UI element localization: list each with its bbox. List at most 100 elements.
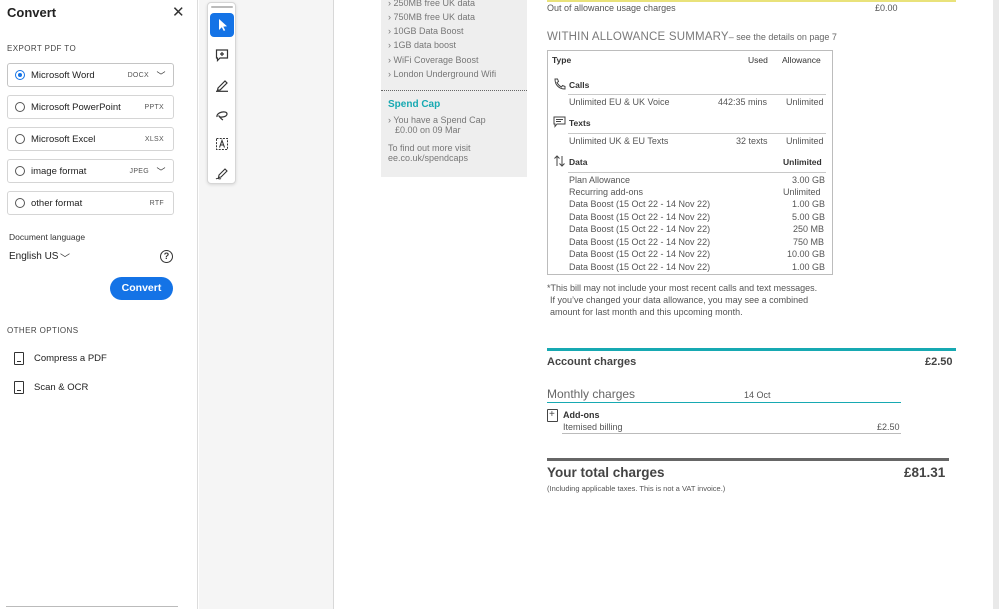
- data-row-label: Data Boost (15 Oct 22 - 14 Nov 22): [569, 249, 711, 259]
- annotation-toolbar: [207, 2, 236, 184]
- calls-row-used: 442:35 mins: [718, 97, 768, 107]
- data-row-label: Data Boost (15 Oct 22 - 14 Nov 22): [569, 199, 711, 209]
- divider: [547, 0, 956, 2]
- data-row-value: 1.00 GB: [792, 262, 826, 272]
- data-row-value: Unlimited: [783, 187, 821, 197]
- format-name: image format: [31, 165, 87, 177]
- data-row-label: Plan Allowance: [569, 175, 631, 185]
- radio-word[interactable]: [15, 70, 25, 80]
- find-out-link[interactable]: ee.co.uk/spendcaps: [388, 153, 468, 163]
- format-option-word[interactable]: Microsoft Word DOCX ﹀: [7, 63, 174, 87]
- message-icon: [553, 116, 566, 128]
- itemised-billing-label: Itemised billing: [563, 422, 623, 432]
- comment-tool[interactable]: [210, 43, 234, 67]
- list-item: › 250MB free UK data: [388, 0, 476, 8]
- texts-title: Texts: [569, 118, 591, 128]
- spend-cap-text: › You have a Spend Cap: [388, 115, 486, 125]
- format-ext: JPEG: [129, 167, 149, 175]
- format-ext: DOCX: [127, 71, 149, 79]
- select-tool[interactable]: [210, 13, 234, 37]
- scan-ocr-icon: [14, 381, 24, 394]
- format-name: Microsoft Excel: [31, 133, 96, 145]
- radio-image[interactable]: [15, 166, 25, 176]
- total-charges-note: (Including applicable taxes. This is not…: [547, 484, 726, 493]
- radio-powerpoint[interactable]: [15, 102, 25, 112]
- drag-handle[interactable]: [211, 6, 233, 8]
- data-row-label: Data Boost (15 Oct 22 - 14 Nov 22): [569, 237, 711, 247]
- data-total: Unlimited: [783, 157, 822, 167]
- list-item: › 10GB Data Boost: [388, 26, 464, 36]
- divider: [381, 90, 527, 91]
- out-of-allowance-value: £0.00: [875, 3, 898, 13]
- document-scrollbar[interactable]: [993, 0, 999, 609]
- data-row-value: 5.00 GB: [792, 212, 826, 222]
- chevron-down-icon[interactable]: ﹀: [155, 69, 167, 82]
- sign-tool[interactable]: [210, 161, 234, 185]
- convert-button[interactable]: Convert: [110, 277, 173, 300]
- total-charges-label: Your total charges: [547, 465, 665, 480]
- divider: [568, 94, 826, 95]
- table-header-allowance: Allowance: [782, 55, 821, 65]
- data-row-label: Recurring add-ons: [569, 187, 644, 197]
- language-label: Document language: [9, 232, 86, 242]
- scan-ocr-link[interactable]: Scan & OCR: [14, 381, 88, 394]
- list-item: › WiFi Coverage Boost: [388, 55, 479, 65]
- data-row-label: Data Boost (15 Oct 22 - 14 Nov 22): [569, 212, 711, 222]
- radio-excel[interactable]: [15, 134, 25, 144]
- texts-row-used: 32 texts: [736, 136, 768, 146]
- calls-title: Calls: [569, 80, 590, 90]
- format-name: Microsoft Word: [31, 69, 95, 81]
- radio-other[interactable]: [15, 198, 25, 208]
- chevron-down-icon[interactable]: ﹀: [60, 250, 70, 265]
- help-icon[interactable]: ?: [160, 250, 173, 263]
- compress-pdf-icon: [14, 352, 24, 365]
- find-out-text: To find out more visit: [388, 143, 471, 153]
- add-ons-label: Add-ons: [563, 410, 600, 420]
- data-row-value: 10.00 GB: [787, 249, 826, 259]
- format-name: Microsoft PowerPoint: [31, 101, 121, 113]
- data-row-label: Data Boost (15 Oct 22 - 14 Nov 22): [569, 262, 711, 272]
- data-transfer-icon: [554, 155, 565, 167]
- data-row-value: 3.00 GB: [792, 175, 826, 185]
- text-box-icon: [216, 138, 228, 150]
- text-tool[interactable]: [210, 132, 234, 156]
- highlight-tool[interactable]: [210, 73, 234, 97]
- format-option-image[interactable]: image format JPEG ﹀: [7, 159, 174, 183]
- format-option-other[interactable]: other format RTF: [7, 191, 174, 215]
- format-ext: XLSX: [144, 135, 164, 143]
- footnote: amount for last month and this upcoming …: [550, 307, 743, 317]
- texts-row-allowance: Unlimited: [786, 136, 824, 146]
- account-charges-value: £2.50: [925, 356, 953, 368]
- table-header-used: Used: [748, 55, 768, 65]
- total-charges-value: £81.31: [904, 465, 946, 480]
- divider: [568, 172, 826, 173]
- language-select[interactable]: English US: [9, 251, 58, 262]
- compress-pdf-label: Compress a PDF: [34, 353, 107, 364]
- draw-tool[interactable]: [210, 103, 234, 127]
- calls-row-allowance: Unlimited: [786, 97, 824, 107]
- phone-icon: [554, 78, 566, 90]
- data-row-label: Data Boost (15 Oct 22 - 14 Nov 22): [569, 224, 711, 234]
- list-item: › London Underground Wifi: [388, 69, 497, 79]
- divider: [547, 348, 956, 351]
- format-option-excel[interactable]: Microsoft Excel XLSX: [7, 127, 174, 151]
- other-options-label: OTHER OPTIONS: [7, 326, 79, 335]
- data-row-value: 250 MB: [793, 224, 825, 234]
- scan-ocr-label: Scan & OCR: [34, 382, 89, 393]
- table-header-type: Type: [552, 55, 572, 65]
- chevron-down-icon[interactable]: ﹀: [155, 165, 167, 178]
- export-label: EXPORT PDF TO: [7, 44, 77, 53]
- monthly-charges-date: 14 Oct: [744, 390, 771, 400]
- data-title: Data: [569, 157, 588, 167]
- format-option-powerpoint[interactable]: Microsoft PowerPoint PPTX: [7, 95, 174, 119]
- panel-title: Convert: [7, 5, 57, 20]
- out-of-allowance-label: Out of allowance usage charges: [547, 3, 676, 13]
- texts-row-label: Unlimited UK & EU Texts: [569, 136, 669, 146]
- format-ext: RTF: [149, 199, 164, 207]
- format-ext: PPTX: [144, 103, 164, 111]
- spend-cap-text: £0.00 on 09 Mar: [395, 125, 461, 135]
- compress-pdf-link[interactable]: Compress a PDF: [14, 352, 107, 365]
- close-icon[interactable]: ✕: [172, 3, 185, 21]
- data-row-value: 750 MB: [793, 237, 825, 247]
- list-item: › 1GB data boost: [388, 40, 457, 50]
